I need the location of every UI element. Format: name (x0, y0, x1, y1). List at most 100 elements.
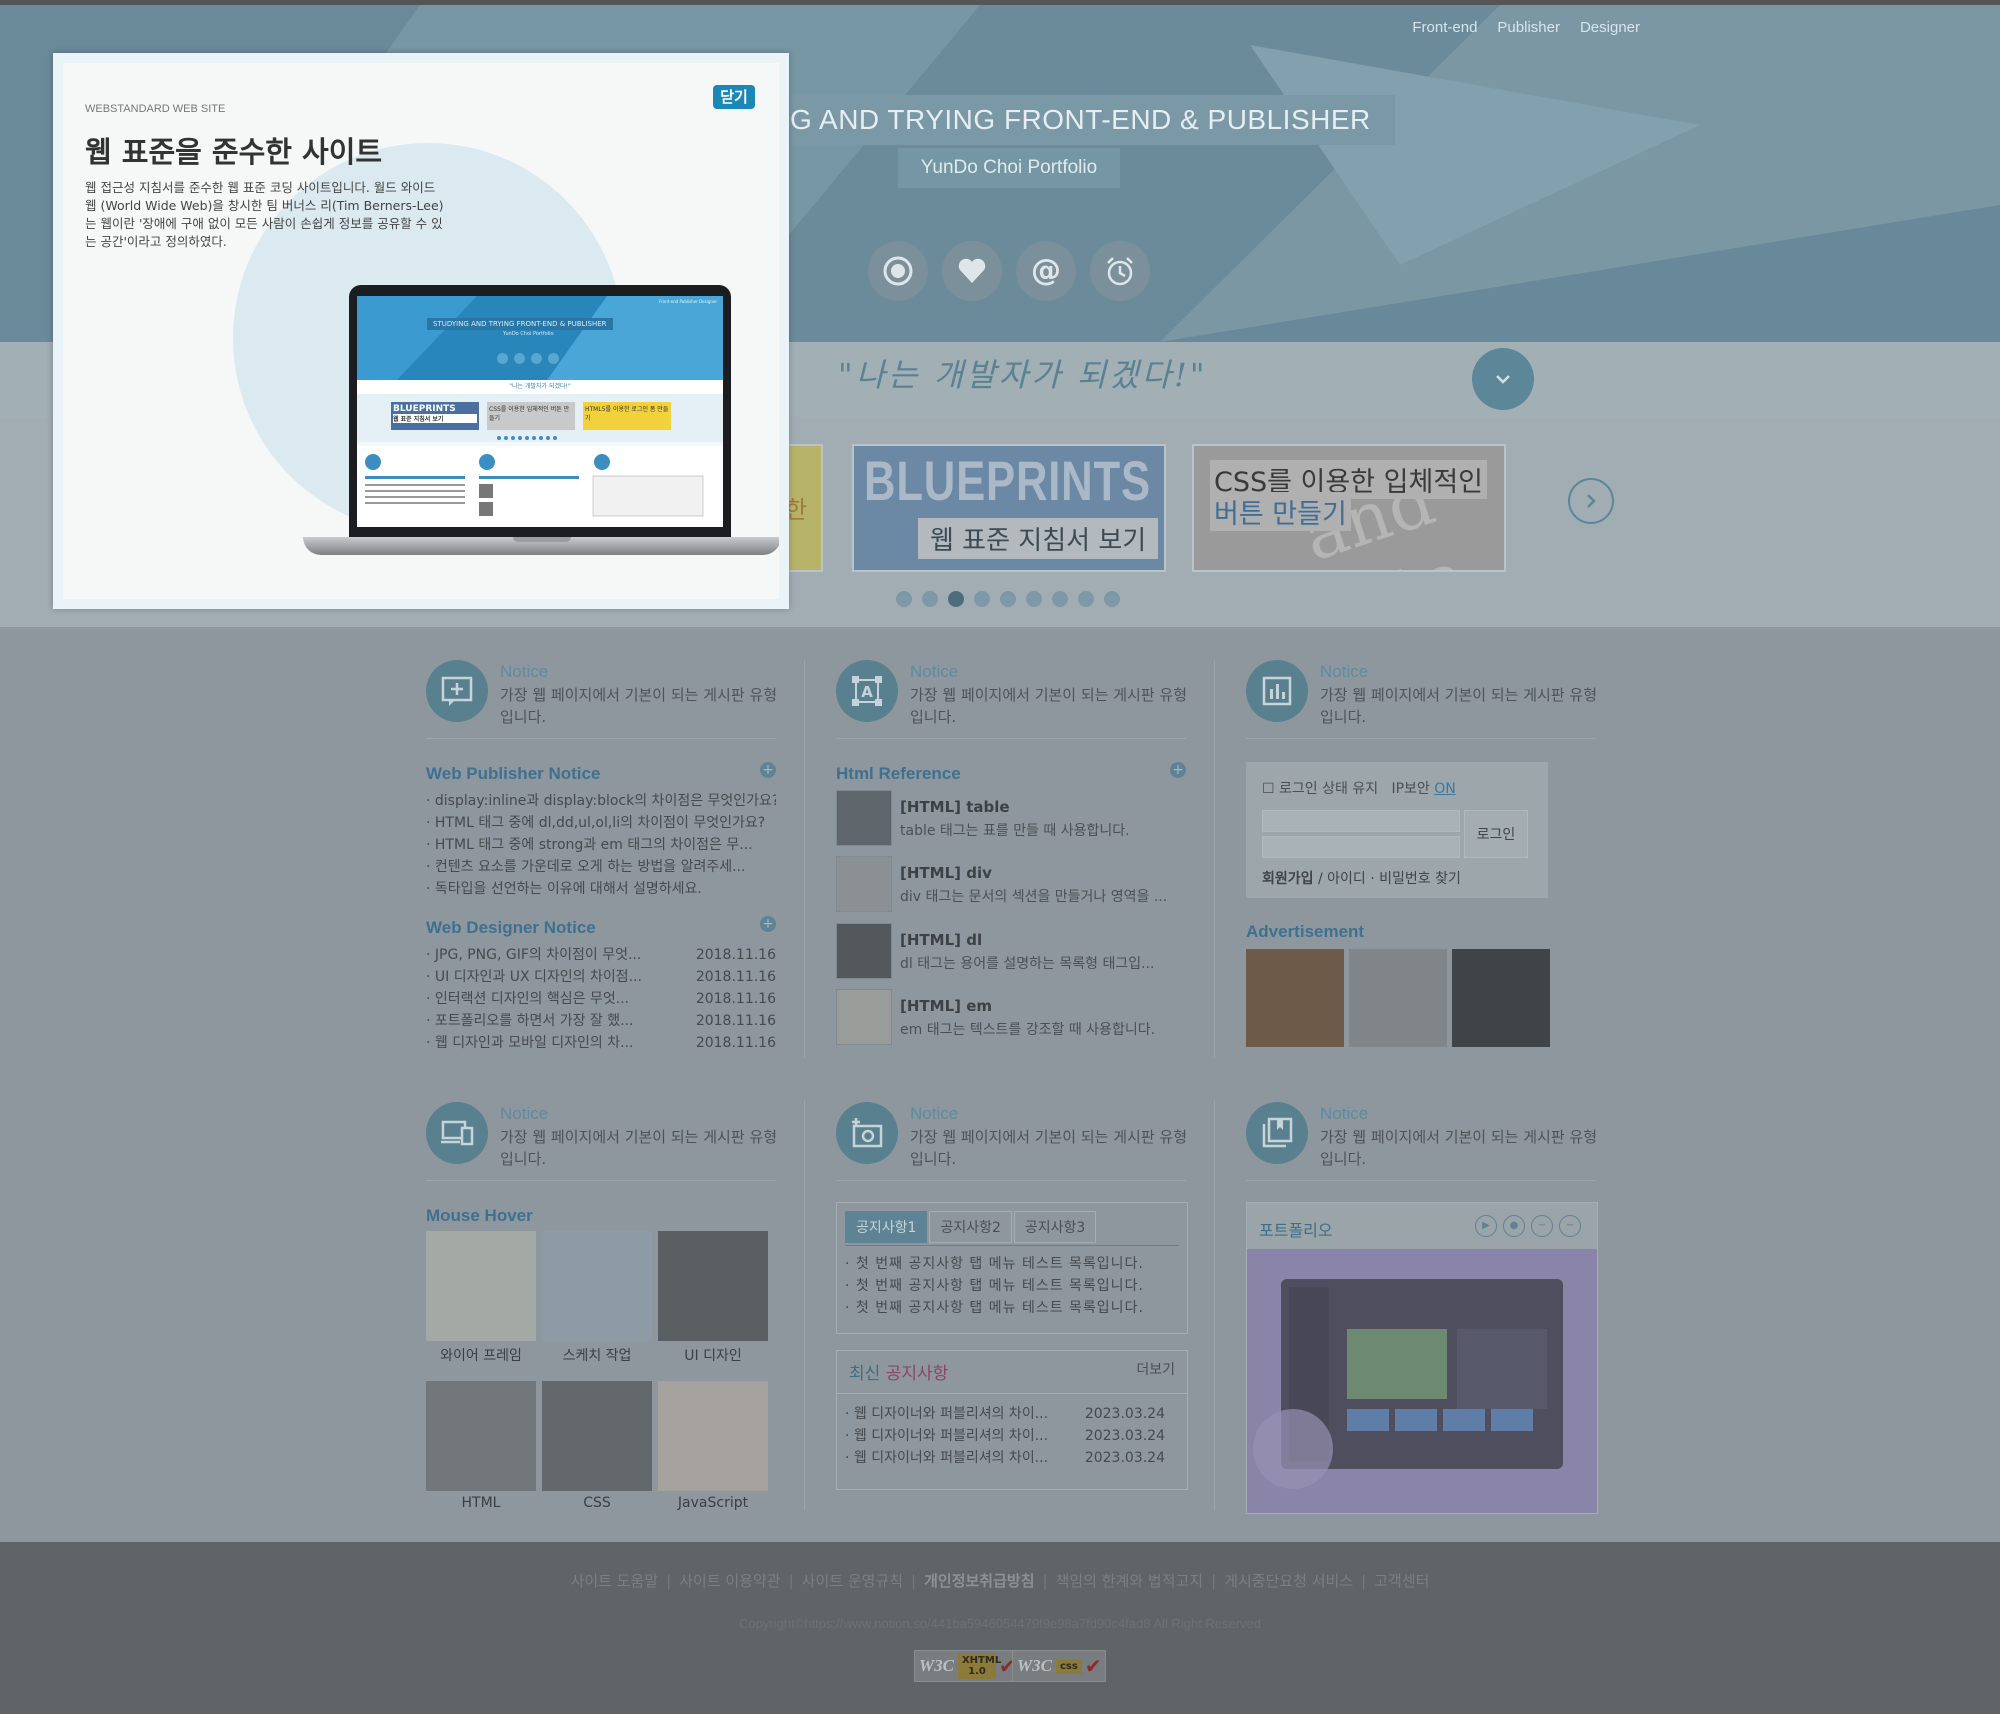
login-links: 회원가입 / 아이디 · 비밀번호 찾기 (1262, 871, 1461, 887)
portfolio-image[interactable] (1247, 1249, 1597, 1513)
footer-link[interactable]: 게시중단요청 서비스 (1224, 1572, 1353, 1590)
list-item[interactable]: · 웹 디자이너와 퍼블리셔의 차이... 2023.03.24 (845, 1425, 1165, 1447)
slider-dot[interactable] (1000, 591, 1016, 607)
notice-title[interactable]: Notice (500, 1104, 548, 1124)
scroll-down-button[interactable] (1472, 348, 1534, 410)
hover-image (426, 1381, 536, 1491)
footer-link[interactable]: 사이트 운영규칙 (802, 1572, 903, 1590)
tab-notice-3[interactable]: 공지사항3 (1013, 1211, 1097, 1243)
notice-title[interactable]: Notice (910, 662, 958, 682)
slider-dot[interactable] (1104, 591, 1120, 607)
hover-item[interactable]: 스케치 작업 (542, 1231, 652, 1365)
list-item[interactable]: · 첫 번째 공지사항 탭 메뉴 테스트 목록입니다. (845, 1275, 1179, 1297)
keep-login-checkbox[interactable]: ☐ (1262, 781, 1275, 797)
badge-tag: css (1055, 1658, 1082, 1674)
bookmark-book-icon (1246, 1102, 1308, 1164)
plus-icon[interactable]: + (760, 916, 776, 932)
slide-css-button[interactable]: and inte CSS를 이용한 입체적인 버튼 만들기 (1192, 444, 1506, 572)
list-item[interactable]: · UI 디자인과 UX 디자인의 차이점... 2018.11.16 (426, 966, 776, 988)
list-item[interactable]: · HTML 태그 중에 dl,dd,ul,ol,li의 차이점이 무엇인가요? (426, 812, 776, 834)
stop-icon[interactable]: ● (1503, 1215, 1525, 1237)
alarm-clock-icon[interactable] (1090, 241, 1150, 301)
hover-item[interactable]: JavaScript (658, 1381, 768, 1511)
list-item[interactable]: · 인터랙션 디자인의 핵심은 무엇... 2018.11.16 (426, 988, 776, 1010)
list-item[interactable]: · 독타입을 선언하는 이유에 대해서 설명하세요. (426, 878, 776, 900)
reference-item[interactable]: [HTML] table table 태그는 표를 만들 때 사용합니다. (836, 790, 1186, 846)
footer-link[interactable]: 고객센터 (1374, 1572, 1429, 1590)
record-icon[interactable] (868, 241, 928, 301)
footer-link[interactable]: 책임의 한계와 법적고지 (1056, 1572, 1204, 1590)
list-item[interactable]: · JPG, PNG, GIF의 차이점이 무엇... 2018.11.16 (426, 944, 776, 966)
ad-image[interactable] (1452, 949, 1550, 1047)
hover-caption: CSS (583, 1495, 611, 1511)
tab-notice-1[interactable]: 공지사항1 (845, 1211, 928, 1243)
login-button[interactable]: 로그인 (1464, 810, 1528, 858)
notice-title[interactable]: Notice (500, 662, 548, 682)
password-input[interactable] (1262, 836, 1460, 858)
divider (1214, 1100, 1215, 1510)
mini-slides: BLUEPRINTS 웹 표준 지침서 보기 CSS를 이용한 입체적인 버튼 만… (357, 394, 723, 442)
notice-title[interactable]: Notice (910, 1104, 958, 1124)
list-item[interactable]: · 웹 디자이너와 퍼블리셔의 차이... 2023.03.24 (845, 1403, 1165, 1425)
reference-item[interactable]: [HTML] div div 태그는 문서의 섹션을 만들거나 영역을 ... (836, 856, 1186, 912)
list-item[interactable]: · 첫 번째 공지사항 탭 메뉴 테스트 목록입니다. (845, 1297, 1179, 1319)
reference-thumbnail (836, 790, 892, 846)
ad-image[interactable] (1349, 949, 1447, 1047)
notice-title[interactable]: Notice (1320, 1104, 1368, 1124)
list-item[interactable]: · HTML 태그 중에 strong과 em 태그의 차이점은 무... (426, 834, 776, 856)
more-link[interactable]: 더보기 (1136, 1359, 1175, 1379)
list-item[interactable]: · display:inline과 display:block의 차이점은 무엇… (426, 790, 776, 812)
list-item[interactable]: · 첫 번째 공지사항 탭 메뉴 테스트 목록입니다. (845, 1253, 1179, 1275)
tab-notice-2[interactable]: 공지사항2 (929, 1211, 1012, 1243)
footer-link[interactable]: 사이트 도움말 (571, 1572, 659, 1590)
ip-security-toggle[interactable]: ON (1434, 781, 1456, 797)
w3c-xhtml-badge[interactable]: W3C XHTML 1.0 ✔ (914, 1650, 1020, 1682)
list-item[interactable]: · 컨텐츠 요소를 가운데로 오게 하는 방법을 알려주세... (426, 856, 776, 878)
slider-dot[interactable] (974, 591, 990, 607)
slider-dot[interactable] (922, 591, 938, 607)
slider-dot[interactable] (1078, 591, 1094, 607)
prev-icon[interactable]: − (1531, 1215, 1553, 1237)
nav-frontend[interactable]: Front-end (1412, 19, 1477, 36)
ad-image[interactable] (1246, 949, 1344, 1047)
list-item[interactable]: · 웹 디자이너와 퍼블리셔의 차이... 2023.03.24 (845, 1447, 1165, 1469)
username-input[interactable] (1262, 810, 1460, 832)
slider-dot[interactable] (948, 591, 964, 607)
find-account-link[interactable]: 아이디 · 비밀번호 찾기 (1327, 871, 1461, 887)
reference-item[interactable]: [HTML] dl dl 태그는 용어를 설명하는 목록형 태그입... (836, 923, 1186, 979)
hover-item[interactable]: CSS (542, 1381, 652, 1511)
next-icon[interactable]: − (1559, 1215, 1581, 1237)
footer-link[interactable]: 사이트 이용약관 (679, 1572, 780, 1590)
play-icon[interactable]: ▶ (1475, 1215, 1497, 1237)
footer-link[interactable]: 개인정보취급방침 (924, 1572, 1034, 1590)
web-publisher-title[interactable]: Web Publisher Notice (426, 764, 600, 784)
at-icon[interactable]: @ (1016, 241, 1076, 301)
slider-dot[interactable] (1052, 591, 1068, 607)
slide-blueprints[interactable]: BLUEPRINTS 웹 표준 지침서 보기 (852, 444, 1166, 572)
hover-item[interactable]: 와이어 프레임 (426, 1231, 536, 1365)
signup-link[interactable]: 회원가입 (1262, 871, 1314, 887)
slider-next-button[interactable] (1568, 478, 1614, 524)
web-designer-title[interactable]: Web Designer Notice (426, 918, 596, 938)
html-reference-title[interactable]: Html Reference (836, 764, 961, 784)
nav-publisher[interactable]: Publisher (1497, 19, 1560, 36)
keep-login-label: 로그인 상태 유지 (1279, 781, 1379, 797)
reference-item[interactable]: [HTML] em em 태그는 텍스트를 강조할 때 사용합니다. (836, 989, 1186, 1045)
plus-icon[interactable]: + (1170, 762, 1186, 778)
heart-icon[interactable] (942, 241, 1002, 301)
slider-dot[interactable] (1026, 591, 1042, 607)
list-item[interactable]: · 웹 디자인과 모바일 디자인의 차... 2018.11.16 (426, 1032, 776, 1054)
nav-designer[interactable]: Designer (1580, 19, 1640, 36)
mini-subtitle: YunDo Choi Portfolio (503, 331, 554, 337)
notice-title[interactable]: Notice (1320, 662, 1368, 682)
add-camera-icon (836, 1102, 898, 1164)
w3c-css-badge[interactable]: W3C css ✔ (1012, 1650, 1106, 1682)
list-item[interactable]: · 포트폴리오를 하면서 가장 잘 했... 2018.11.16 (426, 1010, 776, 1032)
hover-item[interactable]: HTML (426, 1381, 536, 1511)
slider-dot[interactable] (896, 591, 912, 607)
hover-item[interactable]: UI 디자인 (658, 1231, 768, 1365)
plus-icon[interactable]: + (760, 762, 776, 778)
badge-w3c: W3C (919, 1656, 954, 1675)
add-comment-icon (426, 660, 488, 722)
close-button[interactable]: 닫기 (713, 85, 755, 109)
